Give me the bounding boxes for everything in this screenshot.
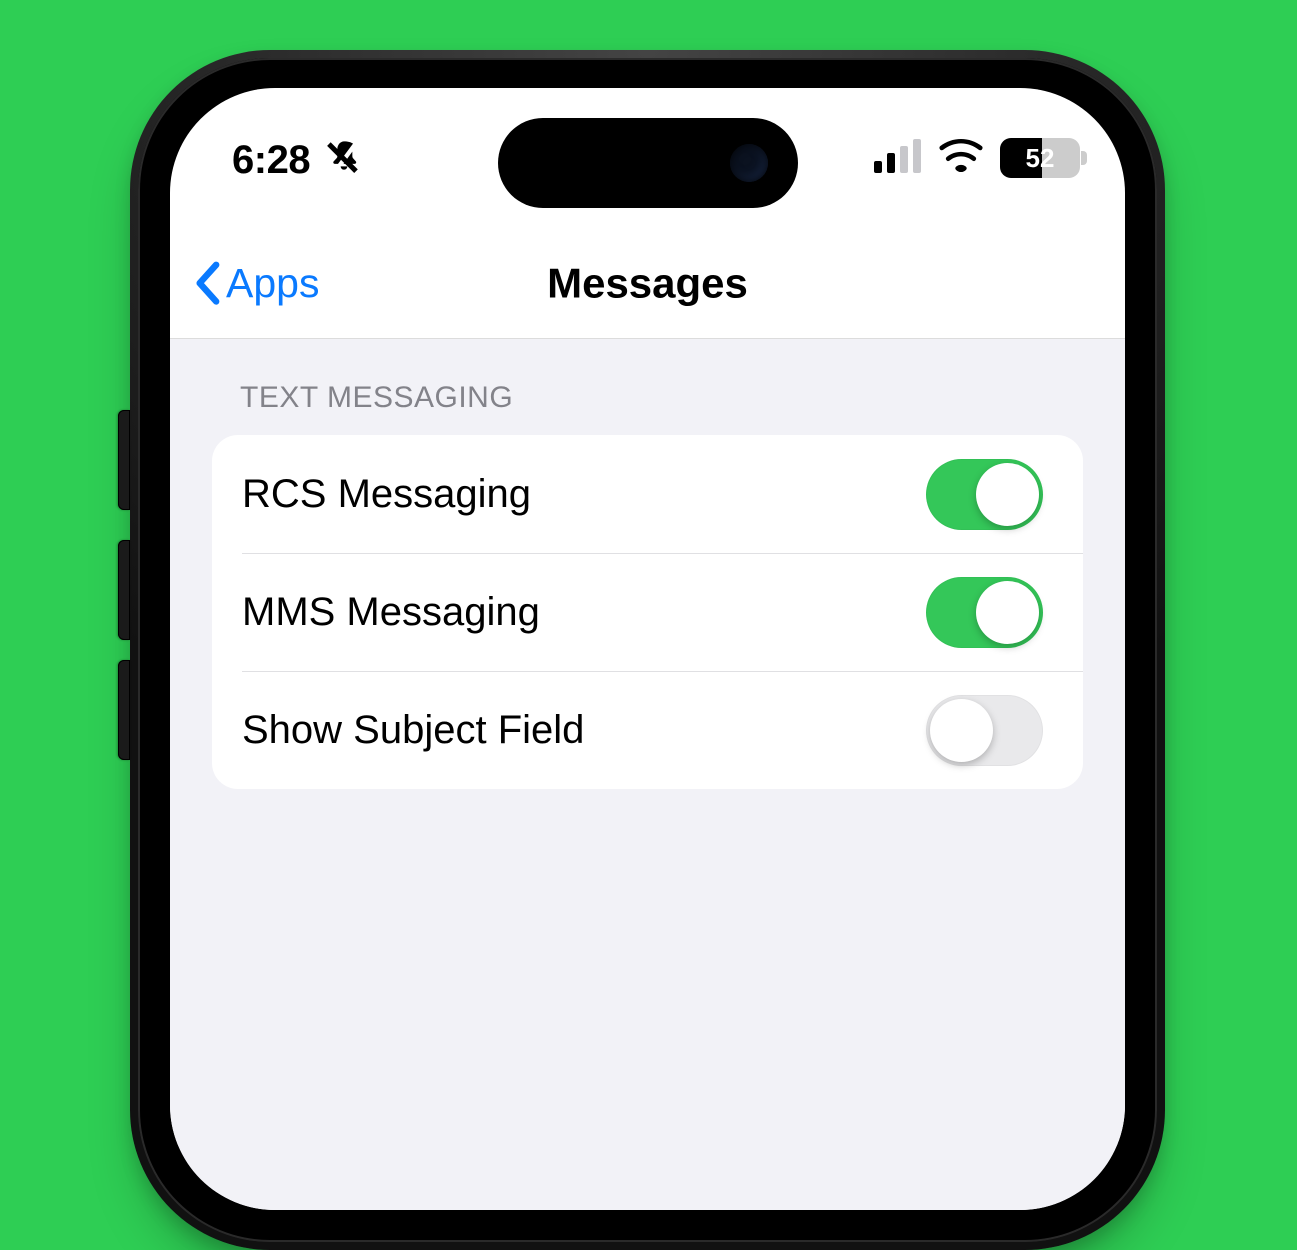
section-header: TEXT MESSAGING [170, 367, 1125, 435]
nav-header: Apps Messages [170, 233, 1125, 339]
setting-row-rcs-messaging: RCS Messaging [212, 435, 1083, 553]
back-label: Apps [226, 260, 319, 307]
settings-group: RCS Messaging MMS Messaging Show Subject… [212, 435, 1083, 789]
setting-label: Show Subject Field [242, 708, 584, 753]
page-title: Messages [547, 259, 748, 307]
cellular-icon [874, 139, 922, 178]
battery-icon: 52 [1000, 138, 1080, 178]
toggle-rcs-messaging[interactable] [926, 459, 1043, 530]
dynamic-island [498, 118, 798, 208]
side-button [118, 410, 130, 510]
toggle-show-subject-field[interactable] [926, 695, 1043, 766]
setting-row-mms-messaging: MMS Messaging [212, 553, 1083, 671]
toggle-mms-messaging[interactable] [926, 577, 1043, 648]
side-button [118, 660, 130, 760]
back-button[interactable]: Apps [192, 260, 319, 307]
phone-frame: 6:28 [130, 50, 1165, 1250]
setting-label: RCS Messaging [242, 472, 531, 517]
chevron-left-icon [192, 261, 222, 305]
setting-label: MMS Messaging [242, 590, 540, 635]
phone-screen: 6:28 [170, 88, 1125, 1210]
wifi-icon [938, 139, 984, 178]
phone-bezel: 6:28 [138, 58, 1157, 1242]
setting-row-show-subject: Show Subject Field [212, 671, 1083, 789]
silent-icon [324, 138, 364, 183]
status-time: 6:28 [232, 138, 310, 183]
settings-body: TEXT MESSAGING RCS Messaging MMS Messagi… [170, 339, 1125, 1210]
battery-percent: 52 [1000, 138, 1080, 178]
front-camera [730, 144, 768, 182]
side-button [118, 540, 130, 640]
